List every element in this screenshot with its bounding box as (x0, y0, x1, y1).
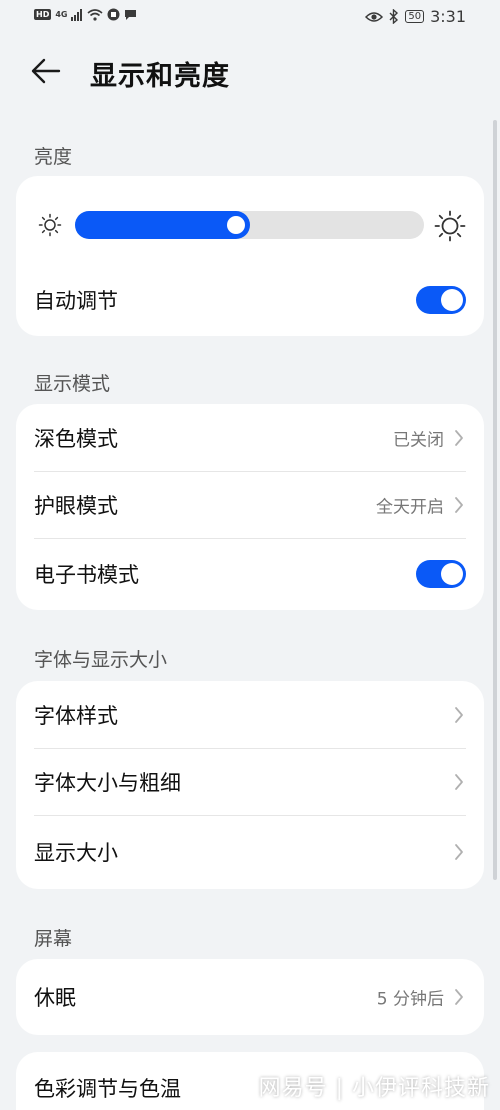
status-left: HD 4G (34, 8, 137, 21)
dark-mode-row[interactable]: 深色模式 已关闭 (16, 404, 484, 471)
battery-indicator: 50 (405, 10, 425, 23)
font-style-label: 字体样式 (34, 703, 118, 728)
ebook-mode-label: 电子书模式 (34, 563, 139, 587)
dark-mode-label: 深色模式 (34, 426, 118, 451)
brightness-slider-row (16, 176, 484, 264)
chevron-right-icon (455, 706, 463, 723)
display-brightness-page: HD 4G 50 3:31 显示和亮度 亮度 自动调节 显示模式 深色模式 已关… (0, 0, 500, 1110)
auto-brightness-row[interactable]: 自动调节 (16, 264, 484, 336)
bluetooth-icon (389, 9, 399, 24)
signal-icon (71, 8, 83, 21)
wifi-icon (87, 8, 104, 21)
color-temp-label: 色彩调节与色温 (34, 1077, 181, 1101)
scrollbar[interactable] (493, 120, 497, 880)
section-label-font-display: 字体与显示大小 (34, 649, 168, 671)
font-style-row[interactable]: 字体样式 (16, 681, 484, 748)
eye-comfort-value: 全天开启 (376, 497, 444, 517)
sleep-row[interactable]: 休眠 5 分钟后 (16, 959, 484, 1035)
status-bar: HD 4G 50 3:31 (0, 0, 500, 34)
ebook-mode-toggle[interactable] (416, 560, 466, 588)
font-size-weight-row[interactable]: 字体大小与粗细 (16, 748, 484, 815)
chevron-right-icon (455, 773, 463, 790)
sun-large-icon (434, 210, 466, 242)
display-size-label: 显示大小 (34, 841, 118, 865)
brightness-slider-thumb[interactable] (227, 216, 245, 234)
chevron-right-icon (455, 429, 463, 446)
brightness-card: 自动调节 (16, 176, 484, 336)
toggle-knob (441, 289, 463, 311)
section-label-screen: 屏幕 (34, 928, 73, 950)
status-time: 3:31 (430, 7, 466, 26)
chevron-right-icon (455, 844, 463, 860)
notification-icon (107, 8, 120, 21)
message-icon (125, 10, 137, 20)
status-right: 50 3:31 (365, 7, 466, 26)
page-header: 显示和亮度 (0, 48, 500, 94)
sun-small-icon (38, 213, 62, 237)
eye-comfort-label: 护眼模式 (34, 493, 118, 518)
font-size-weight-label: 字体大小与粗细 (34, 770, 181, 795)
signal-label: 4G (55, 10, 68, 19)
display-size-row[interactable]: 显示大小 (16, 815, 484, 889)
eye-comfort-row[interactable]: 护眼模式 全天开启 (16, 471, 484, 538)
auto-brightness-label: 自动调节 (34, 289, 118, 313)
display-mode-card: 深色模式 已关闭 护眼模式 全天开启 电子书模式 (16, 404, 484, 610)
sleep-value: 5 分钟后 (376, 989, 444, 1010)
ebook-mode-row[interactable]: 电子书模式 (16, 538, 484, 610)
sleep-card: 休眠 5 分钟后 (16, 959, 484, 1035)
brightness-slider-fill (75, 211, 250, 239)
chevron-right-icon (455, 989, 463, 1005)
section-label-display-mode: 显示模式 (34, 373, 111, 395)
back-arrow-icon (31, 58, 61, 84)
sleep-label: 休眠 (34, 986, 76, 1010)
eye-icon (365, 11, 384, 22)
hd-badge: HD (34, 9, 52, 20)
auto-brightness-toggle[interactable] (416, 286, 466, 314)
page-title: 显示和亮度 (90, 61, 230, 92)
section-label-brightness: 亮度 (34, 146, 73, 168)
font-display-card: 字体样式 字体大小与粗细 显示大小 (16, 681, 484, 889)
brightness-slider[interactable] (75, 211, 424, 239)
toggle-knob (441, 563, 463, 585)
chevron-right-icon (455, 496, 463, 513)
back-button[interactable] (30, 56, 66, 86)
watermark: 网易号 | 小伊评科技新 (258, 1076, 490, 1101)
dark-mode-value: 已关闭 (393, 430, 444, 450)
